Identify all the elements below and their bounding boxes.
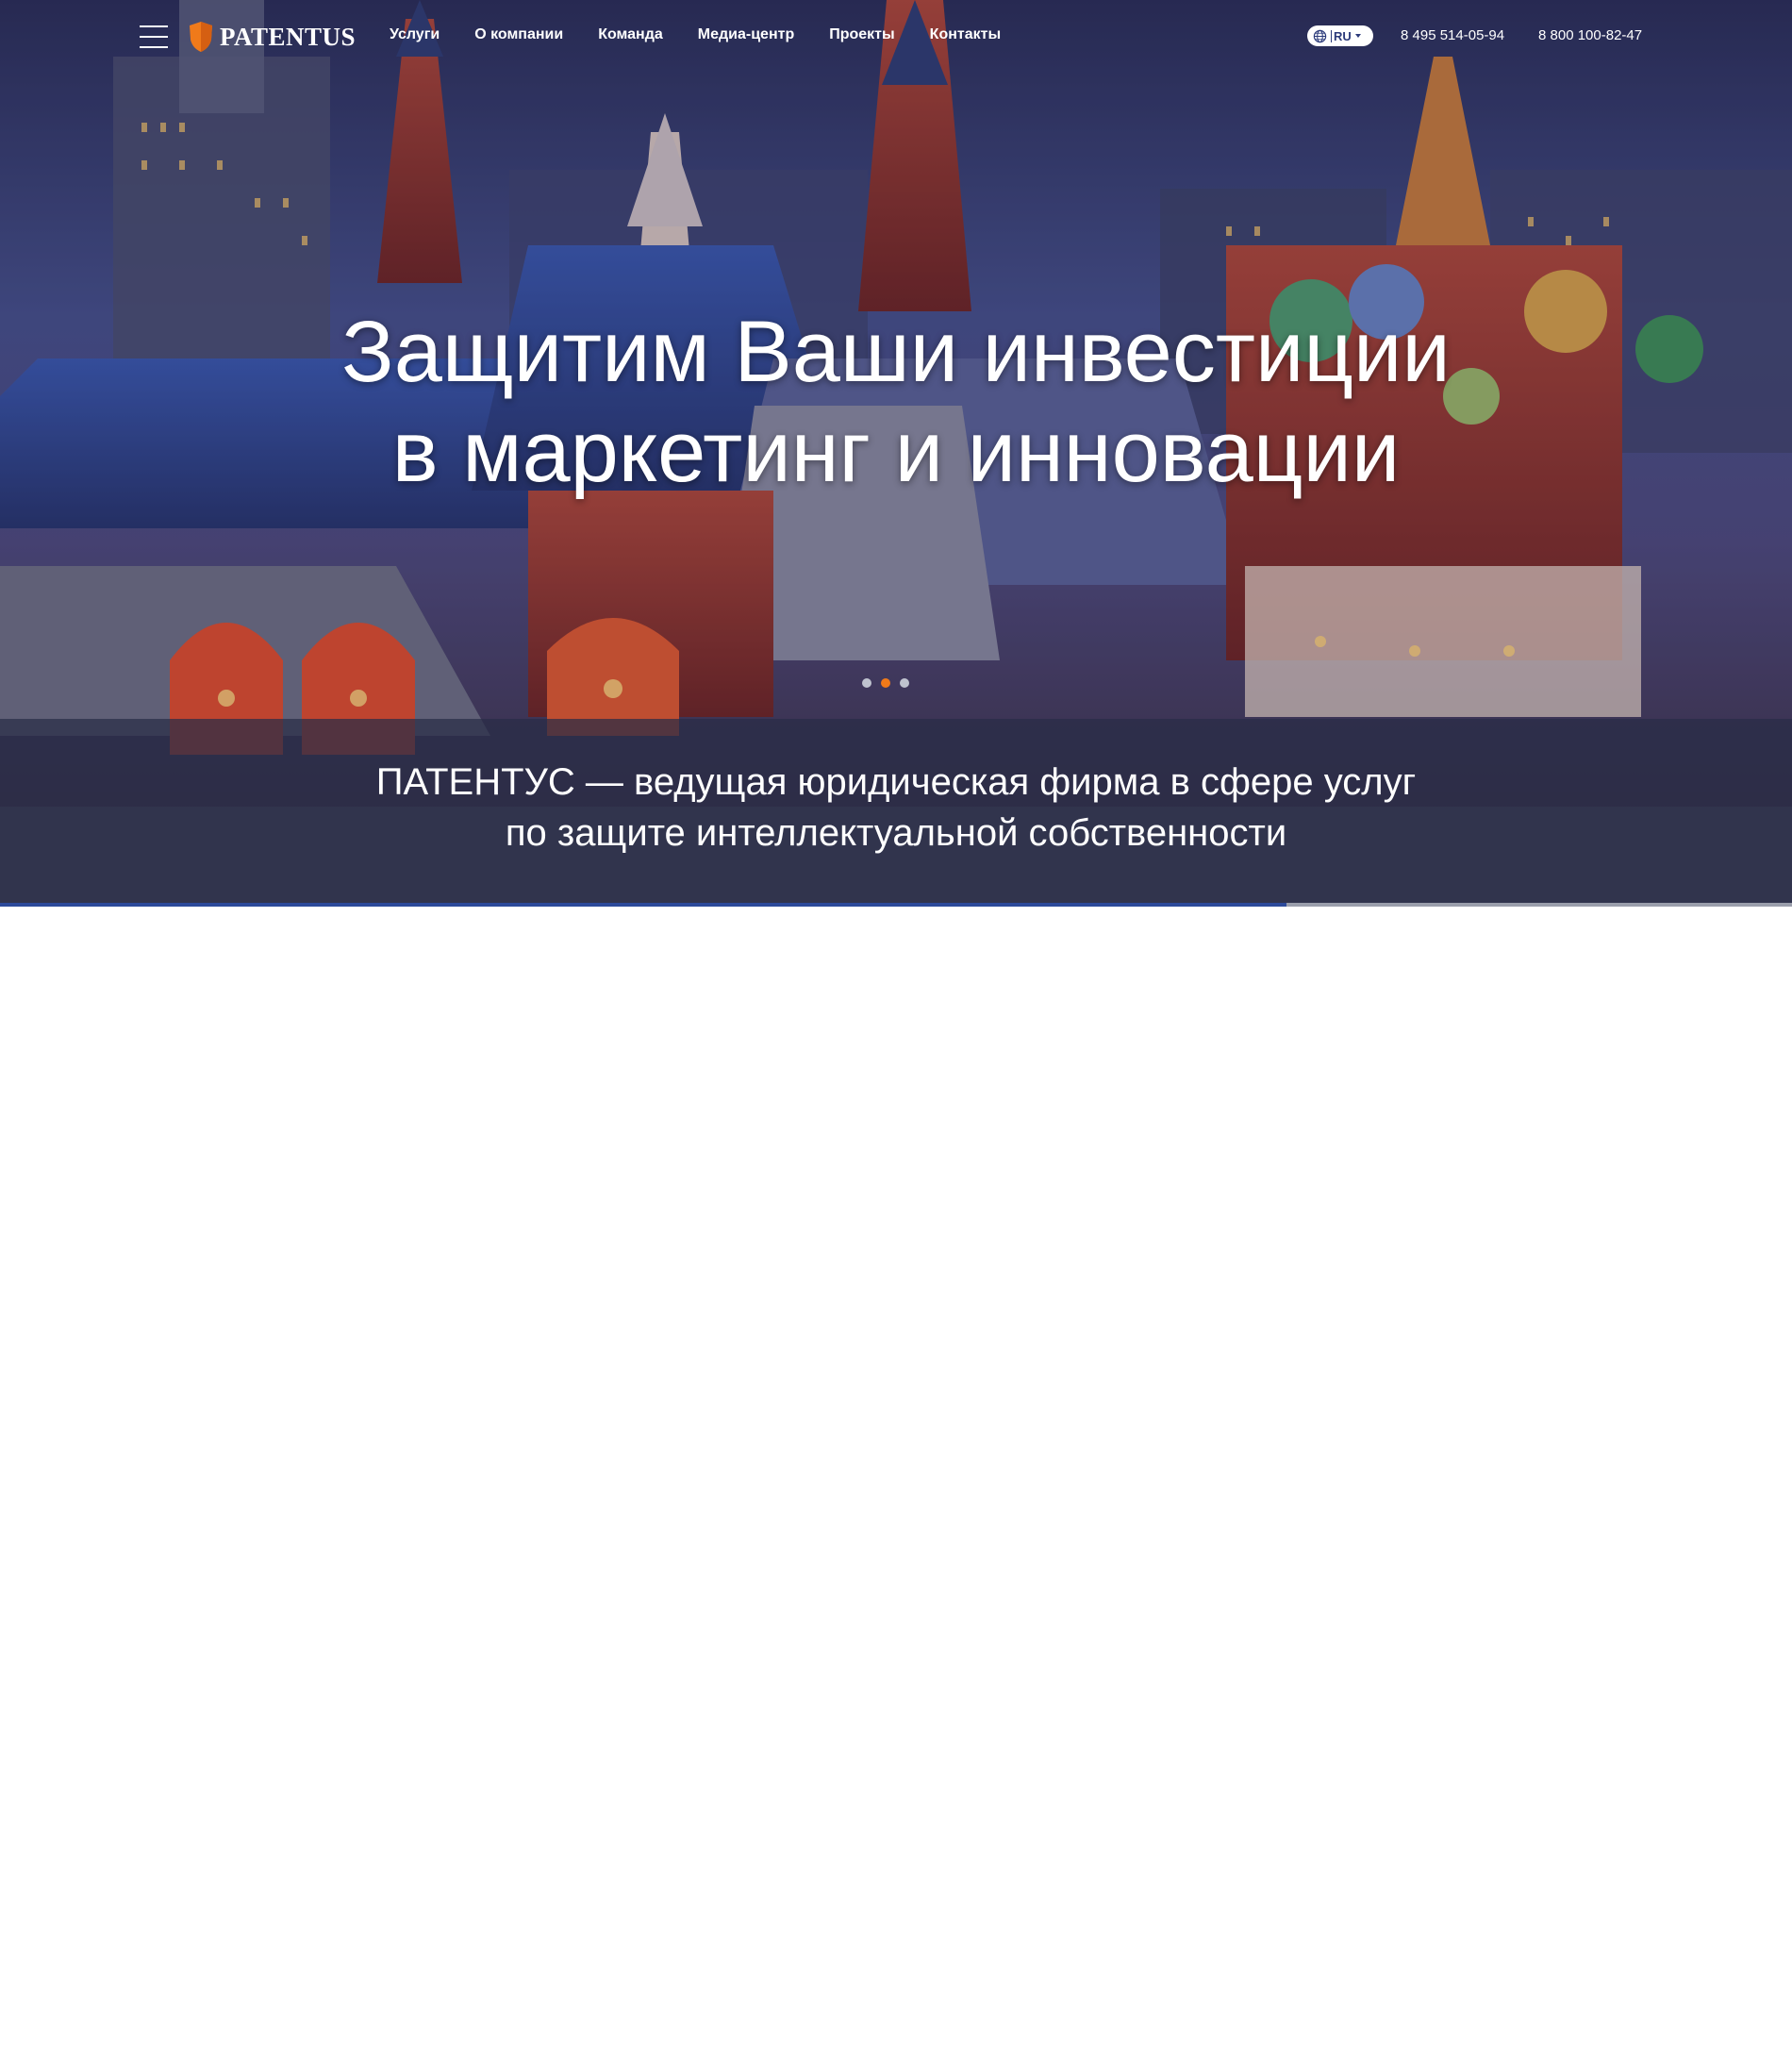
hero-tagline: ПАТЕНТУС — ведущая юридическая фирма в с… bbox=[236, 757, 1556, 858]
hero-headline-line-1: Защитим Ваши инвестиции bbox=[341, 304, 1451, 400]
nav-item-contacts[interactable]: Контакты bbox=[930, 26, 1001, 43]
language-code: RU bbox=[1334, 28, 1352, 43]
phone-tollfree[interactable]: 8 800 100-82-47 bbox=[1538, 27, 1642, 43]
language-selector[interactable]: RU bbox=[1307, 25, 1373, 46]
page-body bbox=[0, 907, 1792, 2050]
nav-item-services[interactable]: Услуги bbox=[390, 26, 440, 43]
chevron-down-icon bbox=[1354, 34, 1361, 38]
hero-section: PATENTUS Услуги О компании Команда Медиа… bbox=[0, 0, 1792, 907]
nav-item-media-center[interactable]: Медиа-центр bbox=[698, 26, 794, 43]
hero-tagline-line-1: ПАТЕНТУС — ведущая юридическая фирма в с… bbox=[375, 761, 1417, 803]
slider-dot[interactable] bbox=[900, 678, 909, 688]
globe-icon bbox=[1313, 29, 1327, 42]
hero-tagline-line-2: по защите интеллектуальной собственности bbox=[505, 812, 1287, 854]
hamburger-menu-icon[interactable] bbox=[140, 25, 168, 48]
hero-headline-line-2: в маркетинг и инновации bbox=[391, 404, 1401, 500]
site-header: PATENTUS Услуги О компании Команда Медиа… bbox=[0, 0, 1792, 75]
main-nav: Услуги О компании Команда Медиа-центр Пр… bbox=[390, 26, 1036, 43]
logo-text: PATENTUS bbox=[220, 22, 357, 51]
phone-moscow[interactable]: 8 495 514-05-94 bbox=[1401, 27, 1504, 43]
nav-item-about[interactable]: О компании bbox=[474, 26, 563, 43]
site-logo[interactable]: PATENTUS bbox=[189, 19, 356, 55]
slider-dots bbox=[862, 678, 909, 688]
language-divider bbox=[1331, 29, 1332, 42]
slider-dot[interactable] bbox=[862, 678, 871, 688]
shield-logo-icon bbox=[190, 22, 212, 52]
nav-item-team[interactable]: Команда bbox=[598, 26, 663, 43]
slider-dot[interactable] bbox=[881, 678, 890, 688]
nav-item-projects[interactable]: Проекты bbox=[829, 26, 894, 43]
hero-headline: Защитим Ваши инвестиции в маркетинг и ин… bbox=[236, 302, 1556, 502]
